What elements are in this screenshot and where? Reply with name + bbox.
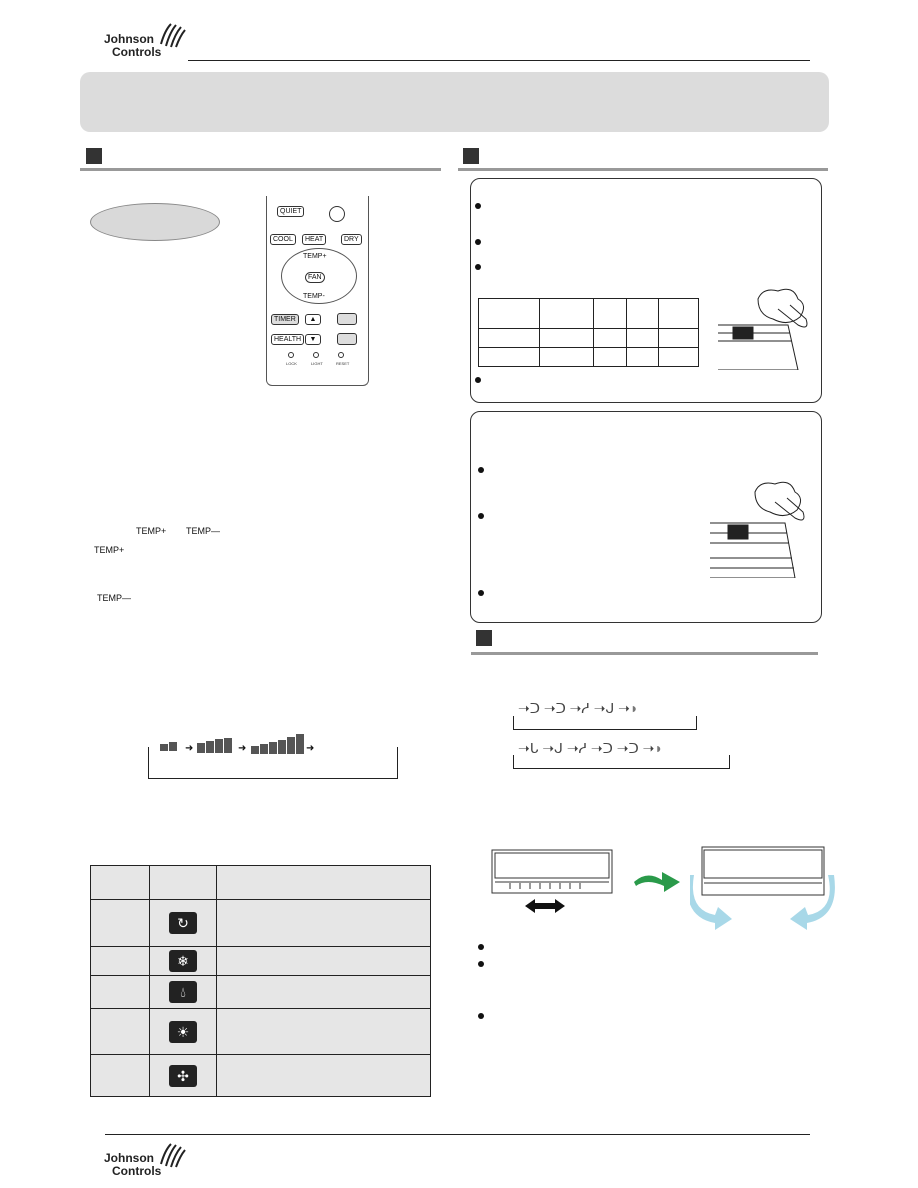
bullet <box>478 467 484 473</box>
callout-oval <box>90 203 220 241</box>
dry-mode-icon: 💧︎ <box>169 981 197 1003</box>
bullet <box>478 944 484 950</box>
swing-cycle-heat <box>513 755 730 769</box>
remote-control-illustration: QUIET COOL HEAT DRY TEMP+ FAN TEMP- TIME… <box>266 196 369 386</box>
fan-speed-medium-icon <box>197 733 233 753</box>
reset-button <box>338 352 344 358</box>
lock-button <box>288 352 294 358</box>
arrow-icon: ➜ <box>185 743 194 754</box>
logo-mark-icon <box>160 1143 186 1168</box>
logo-mark-icon <box>160 23 186 48</box>
power-button <box>329 206 345 222</box>
louver-position-icons: ➝ᒐ ➝ᒍ ➝ᓱ ➝ᑐ ➝ᑐ ➝◗ <box>518 740 663 757</box>
cool-button: COOL <box>270 234 296 245</box>
section-rule <box>80 168 441 171</box>
swing-cycle-cool <box>513 716 697 730</box>
company-logo: Johnson Controls <box>104 33 161 59</box>
function-button <box>337 313 357 325</box>
down-button: ▼ <box>305 334 321 345</box>
temp-plus-label: TEMP+ <box>94 545 125 555</box>
light-button <box>313 352 319 358</box>
temp-minus-label: TEMP— <box>186 526 221 536</box>
function-button <box>337 333 357 345</box>
temp-minus-label: TEMP— <box>97 593 132 603</box>
title-banner <box>80 72 829 132</box>
section-marker <box>476 630 492 646</box>
info-table <box>478 298 699 367</box>
indoor-unit-airflow-illustration <box>690 846 835 930</box>
logo-text: Controls <box>112 1164 162 1178</box>
dry-button: DRY <box>341 234 362 245</box>
bullet <box>475 377 481 383</box>
bullet <box>478 513 484 519</box>
company-logo: Johnson Controls <box>104 1152 161 1178</box>
header-rule <box>188 60 810 61</box>
cool-mode-icon: ❄ <box>169 950 197 972</box>
section-marker <box>463 148 479 164</box>
bullet <box>478 590 484 596</box>
bullet <box>475 203 481 209</box>
heat-mode-icon: ☀ <box>169 1020 197 1043</box>
auto-mode-icon: ↻ <box>169 912 197 934</box>
footer-rule <box>105 1134 810 1135</box>
timer-button: TIMER <box>271 314 299 325</box>
fan-button: FAN <box>305 272 325 283</box>
logo-text: Controls <box>112 45 162 59</box>
green-arrow-icon <box>634 872 680 892</box>
mode-table: ↻ ❄ 💧︎ ☀ ✣ <box>90 865 431 1097</box>
fan-mode-icon: ✣ <box>169 1064 197 1087</box>
section-rule <box>471 652 818 655</box>
lock-label: LOCK <box>286 361 297 366</box>
section-marker <box>86 148 102 164</box>
temp-plus-label: TEMP+ <box>136 526 167 536</box>
bullet <box>475 239 481 245</box>
light-label: LIGHT <box>311 361 323 366</box>
indoor-unit-manual-louver-illustration <box>491 849 613 913</box>
unit-button-press-illustration <box>710 481 805 578</box>
up-button: ▲ <box>305 314 321 325</box>
arrow-icon: ➜ <box>238 743 247 754</box>
arrow-icon: ➜ <box>306 743 315 754</box>
fan-speed-low-icon <box>160 733 178 753</box>
health-button: HEALTH <box>271 334 305 345</box>
unit-button-press-illustration <box>718 288 808 370</box>
fan-speed-high-icon <box>251 730 305 754</box>
temp-minus-button: TEMP- <box>303 293 325 300</box>
temp-plus-button: TEMP+ <box>303 253 327 260</box>
bullet <box>475 264 481 270</box>
bullet <box>478 961 484 967</box>
heat-button: HEAT <box>302 234 327 245</box>
louver-position-icons: ➝ᑐ ➝ᑐ ➝ᓱ ➝ᒍ ➝◗ <box>518 700 639 717</box>
quiet-button: QUIET <box>277 206 305 217</box>
section-rule <box>458 168 828 171</box>
bullet <box>478 1013 484 1019</box>
reset-label: RESET <box>336 361 350 366</box>
